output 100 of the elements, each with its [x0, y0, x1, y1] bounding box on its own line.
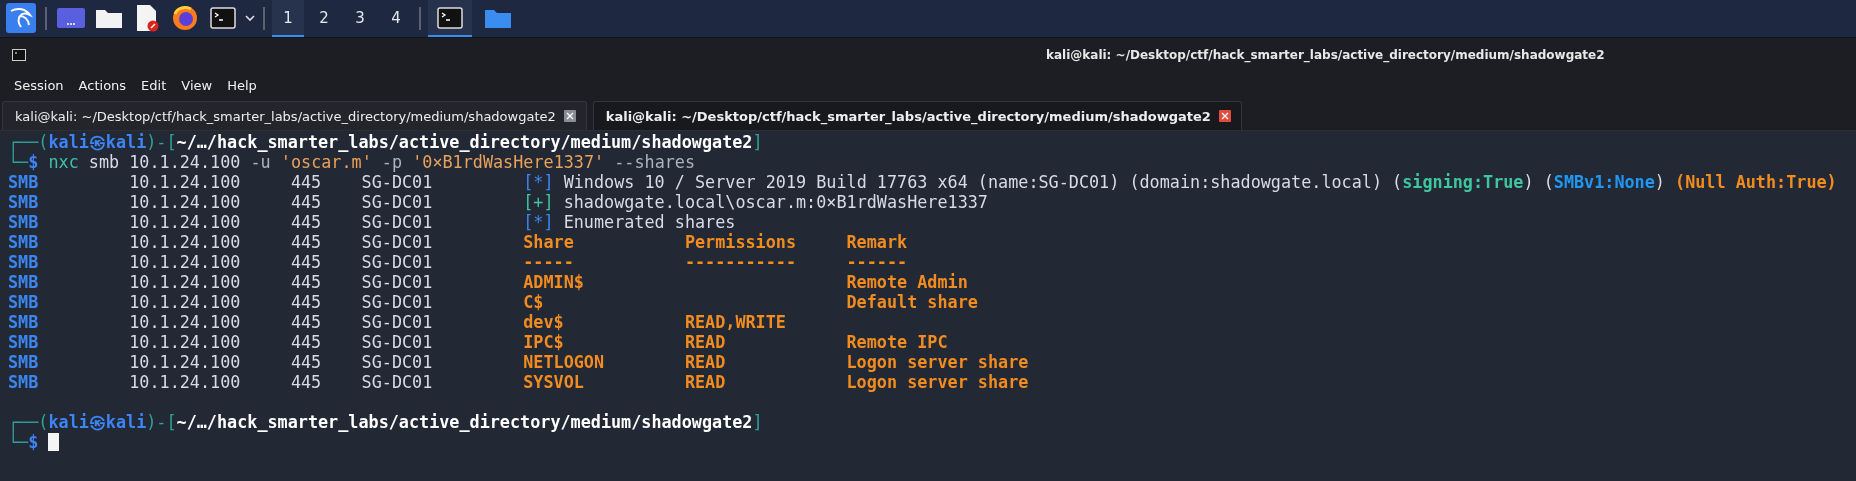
protocol-label: SMB [8, 312, 40, 332]
protocol-label: SMB [8, 252, 40, 272]
ip-address: 10.1.24.100 [129, 312, 242, 332]
hostname: SG-DC01 [361, 272, 434, 292]
log-message: Enumerated shares [563, 212, 736, 232]
protocol-label: SMB [8, 232, 40, 252]
share-remark: Logon server share [846, 372, 1029, 392]
share-name: Share [523, 232, 574, 252]
share-remark: ------ [846, 252, 908, 272]
workspace-button[interactable]: 3 [344, 0, 376, 37]
prompt-sign: $ [28, 432, 39, 452]
status-marker: [+] [523, 192, 554, 212]
status-marker: [*] [523, 212, 554, 232]
window-title: kali@kali: ~/Desktop/ctf/hack_smarter_labs/active_directory/medium/shadowgate2 [1046, 48, 1605, 62]
workspace-button[interactable]: 1 [272, 0, 304, 37]
share-remark: Remote Admin [846, 272, 968, 292]
share-name: ADMIN$ [523, 272, 584, 292]
hostname: SG-DC01 [361, 332, 434, 352]
ip-address: 10.1.24.100 [129, 252, 242, 272]
port-number: 445 [290, 252, 323, 272]
prompt-sign: $ [28, 152, 39, 172]
hostname: SG-DC01 [361, 352, 434, 372]
port-number: 445 [290, 172, 323, 192]
port-number: 445 [290, 192, 323, 212]
prompt-frame: └─ [8, 432, 29, 452]
ip-address: 10.1.24.100 [129, 372, 242, 392]
desktop-icon[interactable] [56, 5, 86, 30]
log-message: Windows 10 / Server 2019 Build 17763 x64 (name:SG-DC01) (domain:shadowgate.local) (signing:True) (SMBv1:None) (Null Auth:True) [563, 172, 1837, 192]
share-permissions: READ [684, 352, 726, 372]
share-name: C$ [523, 292, 544, 312]
workspace-button[interactable]: 4 [380, 0, 412, 37]
protocol-label: SMB [8, 372, 40, 392]
browser-icon[interactable] [171, 3, 199, 32]
share-name: IPC$ [523, 332, 564, 352]
protocol-label: SMB [8, 212, 40, 232]
share-permissions: Permissions [684, 232, 796, 252]
port-number: 445 [290, 212, 323, 232]
share-name: SYSVOL [523, 372, 584, 392]
port-number: 445 [290, 352, 323, 372]
share-permissions: READ,WRITE [684, 312, 786, 332]
command-text: nxc smb 10.1.24.100 -u 'oscar.m' -p '0×B1rdWasHere1337' --shares [48, 152, 696, 172]
share-remark: Logon server share [846, 352, 1029, 372]
share-name: NETLOGON [523, 352, 605, 372]
share-name: ----- [523, 252, 574, 272]
share-permissions: READ [684, 332, 726, 352]
terminal-icon[interactable] [437, 6, 463, 29]
menu-item[interactable]: Actions [78, 77, 127, 93]
port-number: 445 [290, 312, 323, 332]
menu-item[interactable]: Session [14, 77, 64, 93]
ip-address: 10.1.24.100 [129, 232, 242, 252]
prompt-header: ┌──(kali㉿kali)-[~/…/hack_smarter_labs/active_directory/medium/shadowgate2] [8, 132, 763, 152]
terminal-icon [12, 49, 26, 61]
ip-address: 10.1.24.100 [129, 192, 242, 212]
prompt-frame: └─ [8, 152, 29, 172]
menu-item[interactable]: View [181, 77, 213, 93]
hostname: SG-DC01 [361, 312, 434, 332]
hostname: SG-DC01 [361, 292, 434, 312]
ip-address: 10.1.24.100 [129, 332, 242, 352]
terminal-icon[interactable] [210, 6, 236, 29]
terminal-tab[interactable]: kali@kali: ~/Desktop/ctf/hack_smarter_labs/active_directory/medium/shadowgate2 [2, 101, 587, 130]
protocol-label: SMB [8, 332, 40, 352]
hostname: SG-DC01 [361, 232, 434, 252]
port-number: 445 [290, 272, 323, 292]
share-name: dev$ [523, 312, 564, 332]
status-marker: [*] [523, 172, 554, 192]
share-permissions: ----------- [684, 252, 796, 272]
port-number: 445 [290, 372, 323, 392]
hostname: SG-DC01 [361, 192, 434, 212]
menu-item[interactable]: Edit [141, 77, 167, 93]
window-button[interactable] [428, 0, 472, 37]
port-number: 445 [290, 232, 323, 252]
ip-address: 10.1.24.100 [129, 212, 242, 232]
port-number: 445 [290, 292, 323, 312]
ip-address: 10.1.24.100 [129, 172, 242, 192]
protocol-label: SMB [8, 352, 40, 372]
hostname: SG-DC01 [361, 372, 434, 392]
hostname: SG-DC01 [361, 212, 434, 232]
text-editor-icon[interactable] [135, 3, 159, 32]
log-message: shadowgate.local\oscar.m:0×B1rdWasHere1337 [563, 192, 988, 212]
protocol-label: SMB [8, 172, 40, 192]
protocol-label: SMB [8, 272, 40, 292]
close-icon[interactable] [1218, 110, 1231, 122]
workspace-button[interactable]: 2 [308, 0, 340, 37]
ip-address: 10.1.24.100 [129, 292, 242, 312]
protocol-label: SMB [8, 292, 40, 312]
hostname: SG-DC01 [361, 252, 434, 272]
hostname: SG-DC01 [361, 172, 434, 192]
share-permissions: READ [684, 372, 726, 392]
menu-item[interactable]: Help [227, 77, 257, 93]
prompt-header: ┌──(kali㉿kali)-[~/…/hack_smarter_labs/active_directory/medium/shadowgate2] [8, 412, 763, 432]
share-remark: Remark [846, 232, 908, 252]
share-remark: Default share [846, 292, 978, 312]
dragon-logo-icon[interactable] [6, 2, 36, 33]
port-number: 445 [290, 332, 323, 352]
close-icon[interactable] [563, 110, 576, 122]
ip-address: 10.1.24.100 [129, 352, 242, 372]
share-remark: Remote IPC [846, 332, 948, 352]
terminal-tab[interactable]: kali@kali: ~/Desktop/ctf/hack_smarter_labs/active_directory/medium/shadowgate2 [592, 101, 1242, 130]
protocol-label: SMB [8, 192, 40, 212]
ip-address: 10.1.24.100 [129, 272, 242, 292]
